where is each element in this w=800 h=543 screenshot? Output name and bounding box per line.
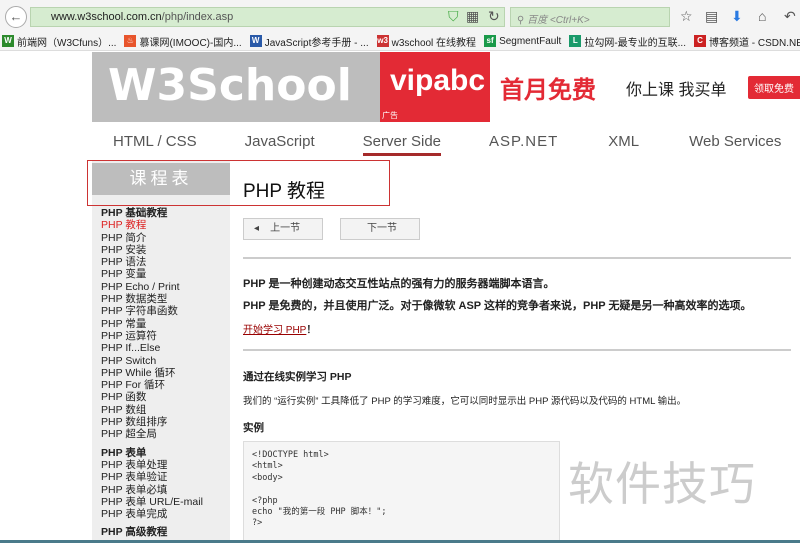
home-icon[interactable]: ⌂ bbox=[758, 8, 766, 24]
intro-1: PHP 是一种创建动态交互性站点的强有力的服务器端脚本语言。 bbox=[243, 278, 555, 290]
sidebar-item[interactable]: PHP For 循环 bbox=[101, 379, 203, 391]
bookmark-item[interactable]: sf SegmentFault bbox=[484, 35, 561, 47]
bookmark-icon: W bbox=[249, 35, 262, 47]
history-back-icon[interactable]: ↶ bbox=[784, 8, 796, 25]
sidebar-item[interactable]: PHP 表单验证 bbox=[101, 471, 203, 483]
main-nav: HTML / CSS JavaScript Server Side ASP.NE… bbox=[92, 125, 800, 157]
bookmark-icon: w3 bbox=[376, 35, 389, 47]
bookmark-icon: L bbox=[569, 35, 582, 47]
bookmark-icon: C bbox=[694, 35, 706, 47]
reading-list-icon[interactable]: ▤ bbox=[705, 8, 718, 25]
bookmark-label: JavaScript参考手册 - ... bbox=[264, 37, 369, 49]
divider bbox=[243, 257, 791, 259]
sidebar-item[interactable]: PHP If...Else bbox=[101, 342, 203, 354]
bookmark-item[interactable]: C 博客频道 - CSDN.NET bbox=[694, 34, 800, 49]
nav-server-side[interactable]: Server Side bbox=[362, 125, 442, 156]
sidebar-group-heading: PHP 表单 bbox=[101, 446, 147, 459]
bookmark-label: w3school 在线教程 bbox=[391, 37, 477, 49]
next-button[interactable]: 下一节 bbox=[340, 218, 420, 240]
sidebar-item[interactable]: PHP 表单必填 bbox=[101, 484, 203, 496]
ad-brand[interactable]: vipabc 广告 bbox=[380, 52, 490, 122]
bookmark-icon: ♨ bbox=[124, 35, 137, 47]
bookmark-icon: W bbox=[2, 35, 14, 47]
bookmark-item[interactable]: w3 w3school 在线教程 bbox=[376, 34, 477, 49]
bookmark-item[interactable]: W JavaScript参考手册 - ... bbox=[249, 34, 369, 49]
back-button[interactable]: ← bbox=[5, 6, 27, 28]
nav-asp-net[interactable]: ASP.NET bbox=[489, 125, 558, 157]
sidebar-item[interactable]: PHP 超全局 bbox=[101, 428, 203, 440]
bookmark-item[interactable]: ♨ 慕课网(IMOOC)-国内... bbox=[124, 34, 242, 49]
sidebar-item[interactable]: PHP 表单 URL/E-mail bbox=[101, 496, 203, 508]
sidebar-item[interactable]: PHP 表单完成 bbox=[101, 508, 203, 520]
intro-2: PHP 是免费的，并且使用广泛。对于像微软 ASP 这样的竞争者来说，PHP 无… bbox=[243, 300, 752, 312]
bookmark-icon: sf bbox=[484, 35, 497, 47]
sidebar-item[interactable]: PHP 表单处理 bbox=[101, 459, 203, 471]
bookmark-label: 博客频道 - CSDN.NET bbox=[709, 37, 800, 49]
bookmark-label: 慕课网(IMOOC)-国内... bbox=[139, 37, 242, 49]
search-placeholder: 百度 <Ctrl+K> bbox=[527, 15, 590, 26]
bookmark-label: SegmentFault bbox=[499, 35, 562, 47]
ad-brand-text: vipabc bbox=[390, 64, 486, 97]
divider bbox=[243, 349, 791, 351]
ad-subtitle: 你上课 我买单 bbox=[626, 82, 727, 99]
ad-banner[interactable]: 首月免费 你上课 我买单 领取免费 bbox=[490, 52, 800, 122]
sidebar-item[interactable]: PHP Echo / Print bbox=[101, 281, 203, 293]
ad-headline: 首月免费 bbox=[500, 77, 596, 104]
bookmark-star-icon[interactable]: ☆ bbox=[680, 8, 693, 25]
page-title: PHP 教程 bbox=[243, 181, 326, 202]
nav-javascript[interactable]: JavaScript bbox=[245, 125, 315, 157]
sidebar-group-heading: PHP 基础教程 bbox=[101, 207, 168, 219]
highlight-box bbox=[87, 160, 390, 206]
ad-tag: 广告 bbox=[382, 111, 398, 120]
reload-icon[interactable]: ↻ bbox=[488, 8, 500, 25]
sidebar-item[interactable]: PHP 变量 bbox=[101, 268, 203, 280]
sidebar-item[interactable]: PHP 数组排序 bbox=[101, 416, 203, 428]
example-label: 实例 bbox=[243, 422, 264, 434]
sidebar-item[interactable]: PHP 简介 bbox=[101, 232, 203, 244]
bookmark-item[interactable]: L 拉勾网-最专业的互联... bbox=[569, 34, 686, 49]
section-title: 通过在线实例学习 PHP bbox=[243, 371, 352, 383]
bookmark-label: 拉勾网-最专业的互联... bbox=[584, 37, 686, 49]
section-text: 我们的 “运行实例” 工具降低了 PHP 的学习难度，它可以同时显示出 PHP … bbox=[243, 396, 687, 407]
bookmark-label: 前端网（W3Cfuns）... bbox=[17, 37, 117, 49]
code-example: <!DOCTYPE html> <html> <body> <?php echo… bbox=[243, 441, 560, 543]
bookmark-item[interactable]: W 前端网（W3Cfuns）... bbox=[2, 34, 116, 49]
sidebar-item[interactable]: PHP 运算符 bbox=[101, 330, 203, 342]
prev-label: 上一节 bbox=[270, 223, 301, 234]
sidebar-item[interactable]: PHP 字符串函数 bbox=[101, 305, 203, 317]
qr-code-icon[interactable]: ▦ bbox=[466, 8, 479, 25]
sidebar-item[interactable]: PHP 常量 bbox=[101, 318, 203, 330]
sidebar-item[interactable]: PHP 数组 bbox=[101, 404, 203, 416]
url-path: /php/index.asp bbox=[161, 11, 234, 23]
nav-web-services[interactable]: Web Services bbox=[689, 125, 781, 157]
sidebar-group-heading: PHP 高级教程 bbox=[101, 526, 168, 539]
ad-button[interactable]: 领取免费 bbox=[748, 76, 800, 99]
start-suffix: ！ bbox=[306, 325, 317, 336]
sidebar-item[interactable]: PHP Switch bbox=[101, 355, 203, 367]
shield-icon[interactable]: ⛉ bbox=[448, 8, 459, 25]
next-label: 下一节 bbox=[367, 223, 397, 234]
nav-html-css[interactable]: HTML / CSS bbox=[113, 125, 197, 157]
nav-xml[interactable]: XML bbox=[608, 125, 639, 157]
sidebar-item[interactable]: PHP 语法 bbox=[101, 256, 203, 268]
url-host: www.w3school.com.cn bbox=[51, 11, 162, 23]
address-bar[interactable]: www.w3school.com.cn/php/index.asp bbox=[30, 7, 505, 27]
download-icon[interactable]: ⬇ bbox=[731, 8, 743, 25]
sidebar-item[interactable]: PHP 数据类型 bbox=[101, 293, 203, 305]
sidebar-item[interactable]: PHP 安装 bbox=[101, 244, 203, 256]
sidebar-item[interactable]: PHP 教程 bbox=[101, 219, 203, 231]
prev-button[interactable]: ◂ 上一节 bbox=[243, 218, 323, 240]
sidebar-item[interactable]: PHP While 循环 bbox=[101, 367, 203, 379]
search-input[interactable]: ⚲ 百度 <Ctrl+K> bbox=[510, 7, 670, 27]
sidebar-list: PHP 基础教程 PHP 教程 PHP 简介 PHP 安装 PHP 语法 PHP 变量 PH… bbox=[101, 207, 203, 539]
start-learning-link[interactable]: 开始学习 PHP bbox=[243, 325, 306, 336]
watermark: 软件技巧 bbox=[568, 458, 756, 510]
bookmarks-bar: W 前端网（W3Cfuns）... ♨ 慕课网(IMOOC)-国内... W JavaSc… bbox=[0, 32, 800, 51]
sidebar-item[interactable]: PHP 函数 bbox=[101, 391, 203, 403]
w3school-logo[interactable]: W3School bbox=[92, 52, 380, 122]
